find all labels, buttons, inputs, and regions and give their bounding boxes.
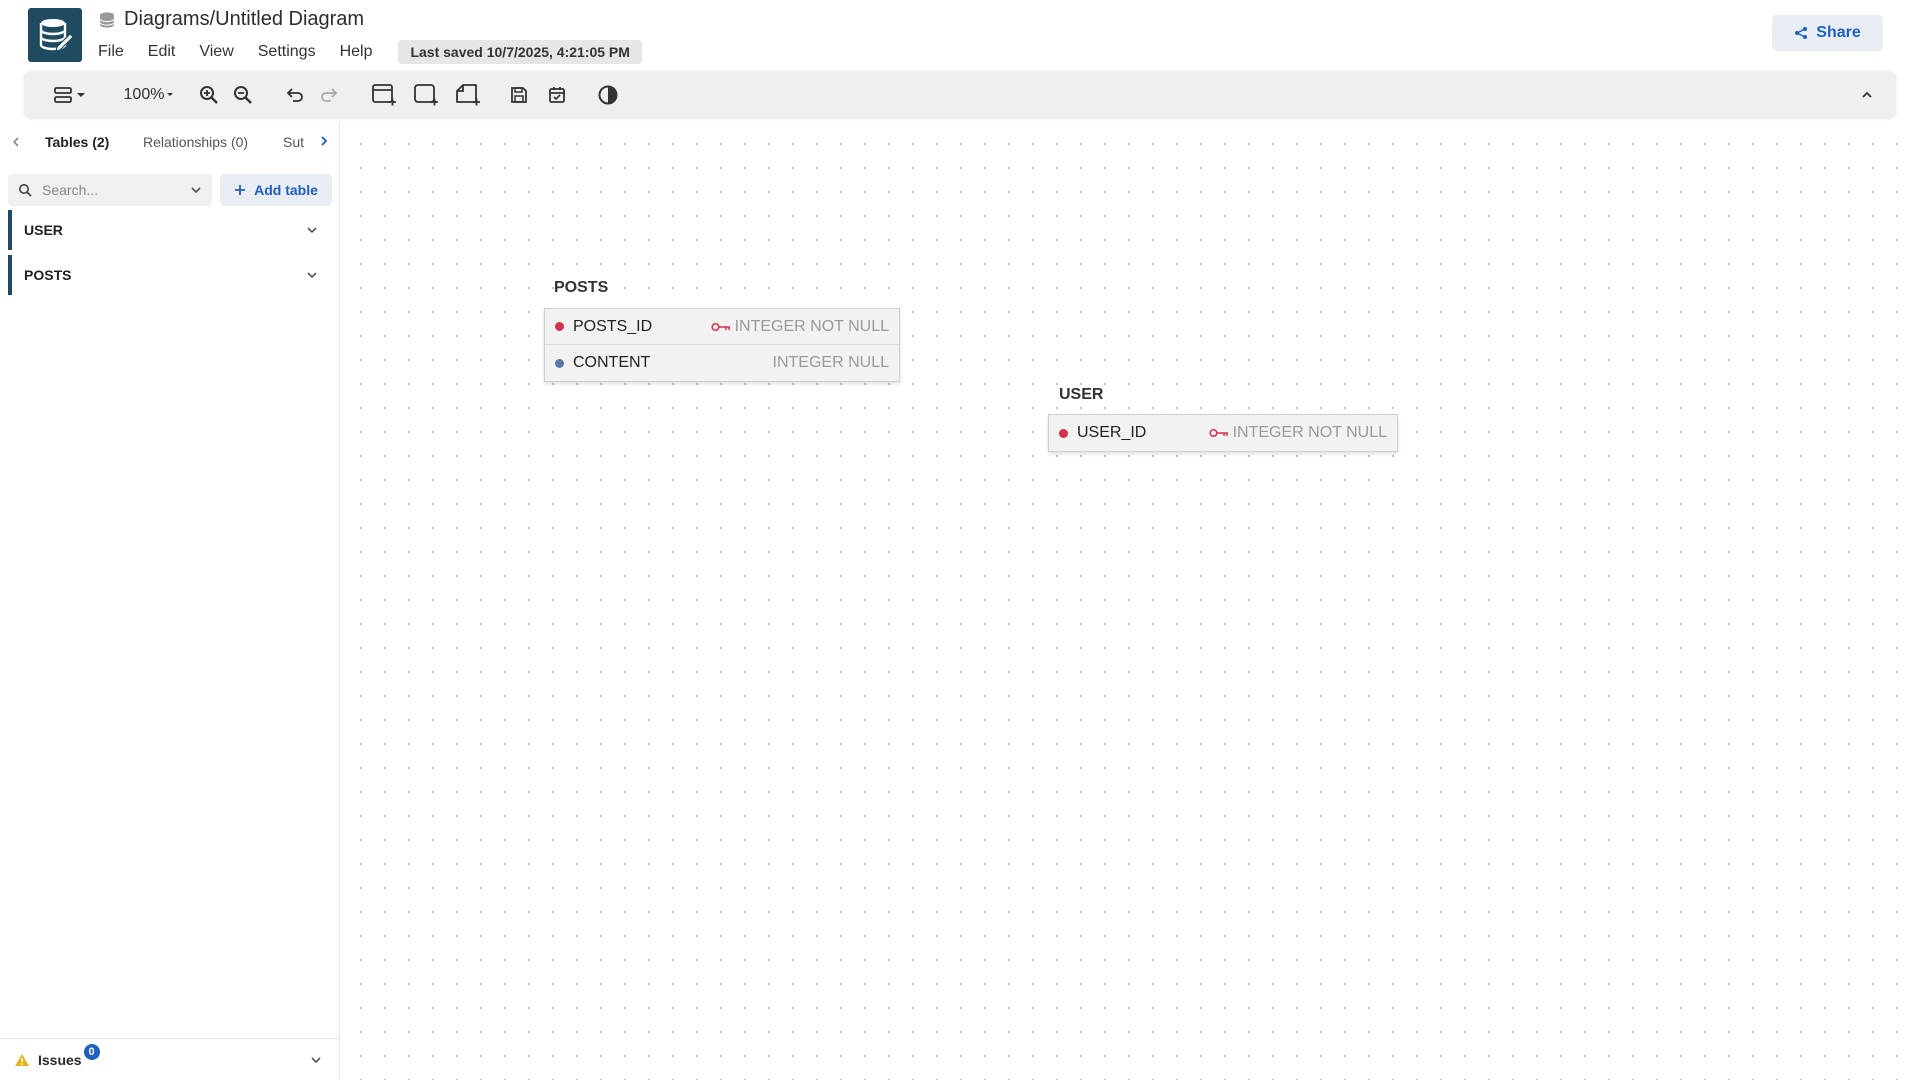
sidebar-tabs: Tables (2) Relationships (0) Sut — [0, 122, 340, 162]
search-input[interactable]: Search... — [8, 174, 212, 206]
er-field-name: POSTS_ID — [573, 317, 653, 335]
er-field-type-wrap: INTEGER NOT NULL — [711, 318, 889, 336]
undo-button[interactable] — [280, 71, 310, 118]
chevron-down-icon[interactable] — [306, 269, 318, 281]
share-icon — [1795, 27, 1808, 39]
caret-down-icon — [167, 92, 174, 96]
zoom-level: 100% — [123, 85, 165, 103]
tab-relationships[interactable]: Relationships (0) — [143, 134, 248, 150]
toolbar: 100% — [24, 71, 1896, 118]
zoom-level-dropdown[interactable]: 100% — [122, 71, 178, 118]
sidebar: Tables (2) Relationships (0) Sut Search.… — [0, 122, 340, 1080]
menu-edit[interactable]: Edit — [148, 43, 176, 61]
chevron-right-icon[interactable] — [318, 135, 330, 147]
key-icon — [711, 322, 730, 331]
zoom-in-button[interactable] — [194, 71, 224, 118]
er-table-posts[interactable]: POSTS_ID INTEGER NOT NULL CONTENT INTEGE… — [544, 308, 900, 382]
add-note-icon — [456, 83, 480, 105]
add-area-tool-button[interactable] — [410, 71, 442, 118]
sidebar-table-name: USER — [24, 222, 63, 238]
sidebar-table-posts[interactable]: POSTS — [8, 255, 332, 295]
database-icon — [99, 11, 115, 28]
chevron-down-icon[interactable] — [190, 184, 202, 196]
layout-icon — [54, 86, 85, 103]
er-table-user[interactable]: USER_ID INTEGER NOT NULL — [1048, 414, 1398, 452]
issues-label: Issues — [38, 1051, 82, 1068]
search-placeholder: Search... — [42, 182, 99, 198]
redo-button[interactable] — [314, 71, 344, 118]
calendar-check-icon — [549, 86, 565, 103]
chevron-down-icon[interactable] — [310, 1054, 322, 1066]
er-field-type-wrap: INTEGER NOT NULL — [1209, 424, 1387, 442]
menu-help[interactable]: Help — [340, 43, 373, 61]
add-table-button[interactable]: Add table — [220, 174, 332, 206]
er-field-row[interactable]: CONTENT INTEGER NULL — [545, 345, 899, 381]
add-table-tool-button[interactable] — [368, 71, 400, 118]
sidebar-table-name: POSTS — [24, 267, 72, 283]
diagram-title[interactable]: Diagrams/Untitled Diagram — [124, 8, 364, 31]
title-row: Diagrams/Untitled Diagram — [98, 8, 364, 31]
tab-subject-areas[interactable]: Sut — [283, 134, 304, 150]
er-field-name: USER_ID — [1077, 424, 1147, 441]
layout-menu-button[interactable] — [50, 71, 90, 118]
zoom-in-icon — [200, 85, 218, 104]
contrast-icon — [598, 85, 618, 104]
save-button[interactable] — [504, 71, 534, 118]
last-saved-badge: Last saved 10/7/2025, 4:21:05 PM — [398, 40, 642, 64]
er-field-row[interactable]: POSTS_ID INTEGER NOT NULL — [545, 309, 899, 345]
chevron-up-icon — [1862, 91, 1872, 98]
chevron-left-icon[interactable] — [10, 136, 22, 148]
zoom-out-button[interactable] — [228, 71, 258, 118]
tab-tables[interactable]: Tables (2) — [45, 134, 109, 150]
zoom-out-icon — [234, 85, 252, 104]
header: Diagrams/Untitled Diagram File Edit View… — [0, 0, 1920, 70]
menu-view[interactable]: View — [199, 43, 233, 61]
theme-toggle-button[interactable] — [593, 71, 623, 118]
add-table-label: Add table — [254, 182, 318, 198]
field-dot — [555, 358, 564, 368]
chevron-down-icon[interactable] — [306, 224, 318, 236]
save-icon — [511, 86, 527, 103]
plus-icon — [235, 185, 246, 195]
warning-icon — [15, 1053, 29, 1066]
add-table-icon — [372, 83, 396, 105]
menu-file[interactable]: File — [98, 43, 124, 61]
key-icon — [1209, 428, 1228, 438]
versions-button[interactable] — [542, 71, 572, 118]
collapse-toolbar-button[interactable] — [1852, 71, 1882, 118]
diagram-canvas[interactable]: POSTS POSTS_ID INTEGER NOT NULL CONTENT … — [341, 122, 1920, 1080]
menu-settings[interactable]: Settings — [258, 43, 316, 61]
issues-count-badge: 0 — [83, 1043, 100, 1060]
er-field-type: INTEGER NULL — [772, 354, 889, 371]
er-field-row[interactable]: USER_ID INTEGER NOT NULL — [1049, 415, 1397, 451]
undo-icon — [286, 87, 303, 102]
er-field-type: INTEGER NOT NULL — [1232, 424, 1387, 441]
er-field-name: CONTENT — [573, 354, 651, 371]
app-root: Diagrams/Untitled Diagram File Edit View… — [0, 0, 1920, 1080]
add-area-icon — [414, 83, 438, 105]
menu-bar: File Edit View Settings Help Last saved … — [98, 40, 642, 64]
er-field-type-wrap: INTEGER NULL — [773, 354, 889, 372]
share-label: Share — [1816, 24, 1861, 41]
redo-icon — [321, 87, 338, 102]
issues-panel[interactable]: Issues 0 — [0, 1038, 340, 1080]
primary-key-dot — [555, 322, 564, 331]
add-note-tool-button[interactable] — [452, 71, 484, 118]
share-button[interactable]: Share — [1772, 15, 1883, 51]
sidebar-table-user[interactable]: USER — [8, 210, 332, 250]
er-field-type: INTEGER NOT NULL — [734, 317, 889, 335]
er-table-title-user: USER — [1059, 386, 1104, 403]
app-logo-icon[interactable] — [28, 8, 82, 62]
primary-key-dot — [1059, 428, 1068, 438]
search-icon — [19, 184, 32, 197]
er-table-title-posts: POSTS — [554, 279, 609, 296]
